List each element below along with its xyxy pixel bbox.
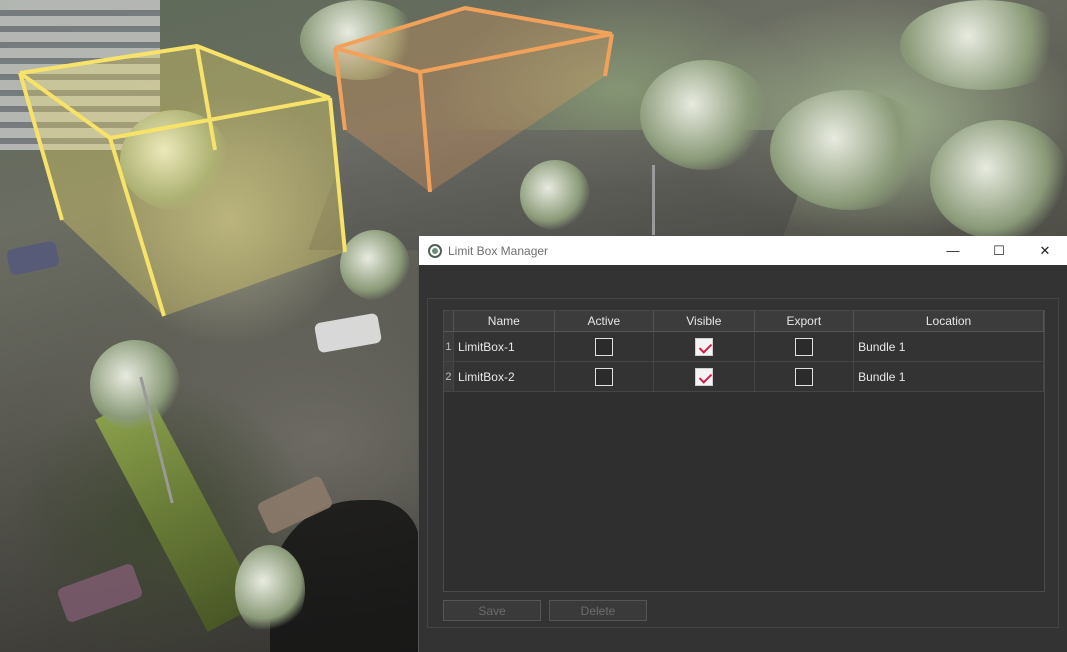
close-button[interactable]: ✕ xyxy=(1022,236,1067,265)
limit-box-manager-dialog: Limit Box Manager — ☐ ✕ Name Active Visi… xyxy=(418,236,1067,652)
visible-checkbox[interactable] xyxy=(694,337,713,356)
window-title: Limit Box Manager xyxy=(448,243,549,258)
table-row[interactable]: 2 LimitBox-2 Bundle 1 xyxy=(444,361,1044,392)
active-checkbox[interactable] xyxy=(594,367,613,386)
column-header-export[interactable]: Export xyxy=(754,311,855,332)
close-icon: ✕ xyxy=(1039,242,1051,258)
delete-button[interactable]: Delete xyxy=(549,600,647,621)
minimize-icon: — xyxy=(946,243,960,258)
column-header-active[interactable]: Active xyxy=(554,311,655,332)
visible-checkbox[interactable] xyxy=(694,367,713,386)
active-checkbox[interactable] xyxy=(594,337,613,356)
export-checkbox[interactable] xyxy=(794,367,813,386)
limit-box-name[interactable]: LimitBox-1 xyxy=(453,331,555,362)
row-number[interactable]: 2 xyxy=(444,361,454,392)
row-number-header xyxy=(444,311,454,332)
maximize-icon: ☐ xyxy=(993,242,1005,258)
export-checkbox[interactable] xyxy=(794,337,813,356)
maximize-button[interactable]: ☐ xyxy=(976,236,1022,265)
limit-box-table: Name Active Visible Export Location 1 Li… xyxy=(443,310,1045,592)
limit-box-2[interactable] xyxy=(333,6,614,193)
limit-box-1[interactable] xyxy=(18,44,347,317)
save-button[interactable]: Save xyxy=(443,600,541,621)
column-header-name[interactable]: Name xyxy=(453,311,555,332)
limit-box-name[interactable]: LimitBox-2 xyxy=(453,361,555,392)
column-header-location[interactable]: Location xyxy=(853,311,1044,332)
minimize-button[interactable]: — xyxy=(930,236,976,265)
location-cell[interactable]: Bundle 1 xyxy=(853,361,1044,392)
limit-box-app-icon xyxy=(428,243,442,258)
row-number[interactable]: 1 xyxy=(444,331,454,362)
table-row[interactable]: 1 LimitBox-1 Bundle 1 xyxy=(444,331,1044,362)
column-header-visible[interactable]: Visible xyxy=(653,311,755,332)
title-bar[interactable]: Limit Box Manager — ☐ ✕ xyxy=(419,236,1067,265)
table-header-row: Name Active Visible Export Location xyxy=(444,311,1044,332)
location-cell[interactable]: Bundle 1 xyxy=(853,331,1044,362)
